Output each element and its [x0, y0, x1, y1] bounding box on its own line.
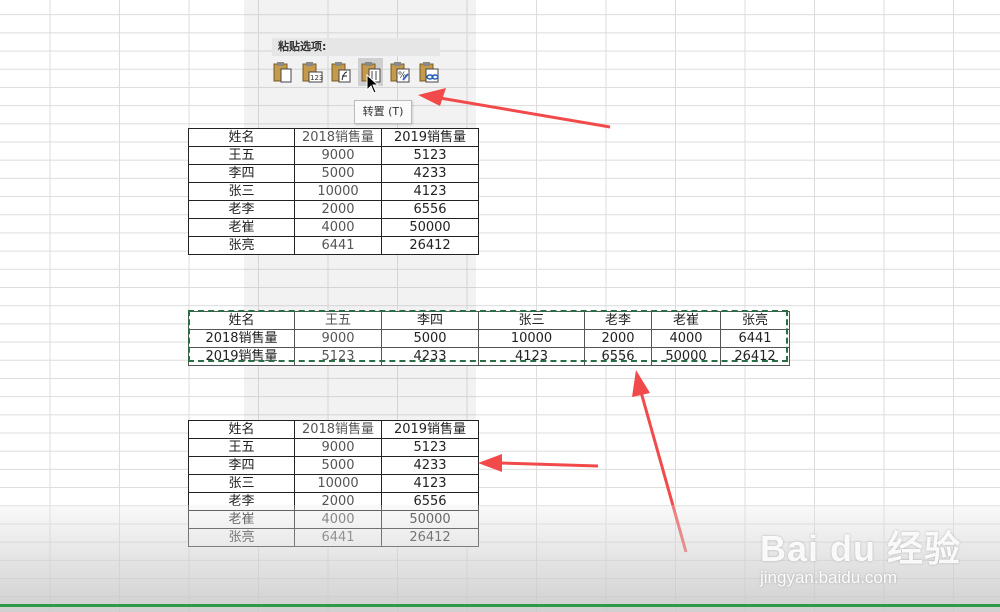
bottom-bar: [0, 604, 1000, 607]
watermark-main: Bai du 经验: [760, 528, 962, 569]
watermark-sub: jingyan.baidu.com: [760, 568, 898, 587]
arrow-to-copy-table: [478, 454, 599, 472]
arrow-to-transpose-icon: [418, 88, 611, 129]
baidu-watermark: Bai du 经验 jingyan.baidu.com: [760, 510, 990, 600]
